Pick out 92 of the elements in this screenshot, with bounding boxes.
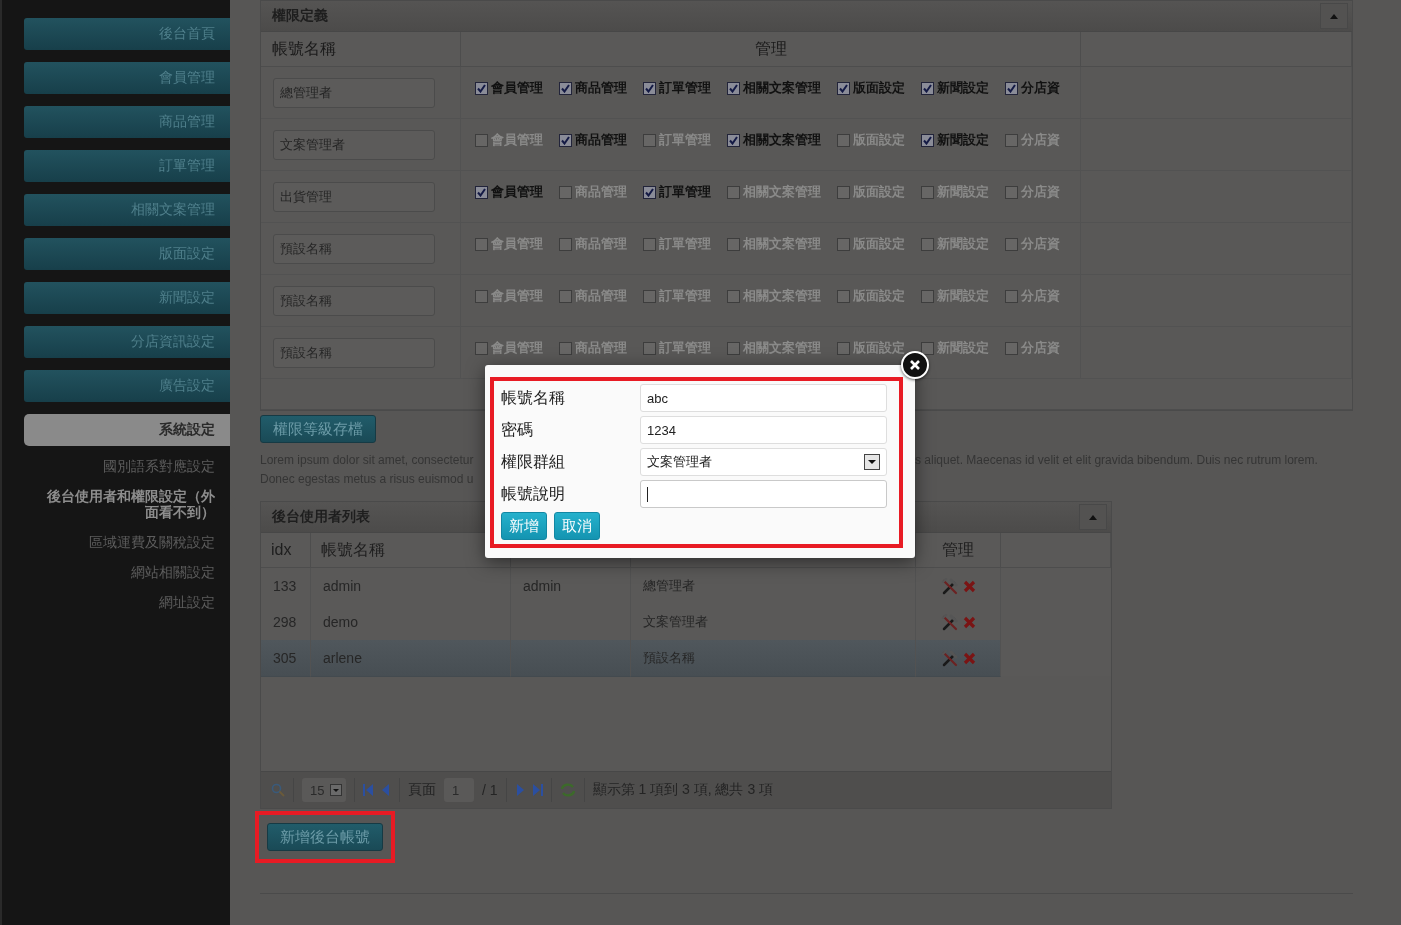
refresh-icon[interactable] (559, 783, 576, 797)
checkbox[interactable] (475, 81, 488, 95)
checkbox[interactable] (837, 341, 850, 355)
checkbox[interactable] (1005, 341, 1018, 355)
dialog-button[interactable]: 新增 (501, 512, 547, 540)
checkbox[interactable] (837, 185, 850, 199)
checkbox-label[interactable]: 會員管理 (491, 79, 543, 97)
checkbox[interactable] (475, 289, 488, 303)
checkbox-label[interactable]: 相關文案管理 (743, 79, 821, 97)
checkbox[interactable] (559, 237, 572, 251)
checkbox[interactable] (1005, 133, 1018, 147)
input-field[interactable]: 1234 (640, 416, 887, 444)
column-header: 管理 (461, 32, 1081, 67)
checkbox[interactable] (727, 133, 740, 147)
delete-icon[interactable] (962, 579, 976, 593)
checkbox[interactable] (837, 133, 850, 147)
checkbox[interactable] (643, 341, 656, 355)
checkbox-label[interactable]: 商品管理 (575, 131, 627, 149)
checkbox[interactable] (559, 81, 572, 95)
checkbox[interactable] (837, 81, 850, 95)
checkbox-label[interactable]: 訂單管理 (659, 183, 711, 201)
previous-page-icon[interactable] (381, 784, 391, 796)
checkbox-label[interactable]: 商品管理 (575, 79, 627, 97)
checkbox[interactable] (475, 237, 488, 251)
checkbox[interactable] (921, 81, 934, 95)
checkbox[interactable] (643, 289, 656, 303)
search-icon[interactable] (271, 783, 285, 797)
field-label: 密碼 (501, 419, 534, 441)
tools-icon[interactable] (940, 613, 958, 631)
checkbox[interactable] (921, 289, 934, 303)
last-page-icon[interactable] (532, 784, 543, 796)
delete-icon[interactable] (962, 615, 976, 629)
column-header: idx (261, 533, 311, 568)
sidebar-submenu-item[interactable]: 網站相關設定 (42, 564, 230, 580)
sidebar-submenu-item[interactable]: 網址設定 (42, 594, 230, 610)
first-page-icon[interactable] (363, 784, 373, 796)
select-field[interactable]: 文案管理者 (640, 448, 887, 476)
checkbox[interactable] (1005, 289, 1018, 303)
checkbox[interactable] (727, 185, 740, 199)
checkbox-label[interactable]: 會員管理 (491, 183, 543, 201)
checkbox-label[interactable]: 分店資 (1021, 79, 1060, 97)
field-label: 帳號說明 (501, 483, 566, 505)
checkbox[interactable] (921, 341, 934, 355)
checkbox[interactable] (1005, 185, 1018, 199)
add-account-button[interactable]: 新增後台帳號 (267, 823, 383, 851)
dialog-button[interactable]: 取消 (554, 512, 600, 540)
collapse-button[interactable] (1079, 504, 1107, 530)
tools-icon[interactable] (940, 577, 958, 595)
save-button[interactable]: 權限等級存檔 (260, 415, 376, 443)
sidebar-nav-button[interactable]: 系統設定 (24, 414, 230, 446)
field-label: 帳號名稱 (501, 387, 566, 409)
checkbox[interactable] (1005, 81, 1018, 95)
checkbox[interactable] (921, 185, 934, 199)
checkbox[interactable] (1005, 237, 1018, 251)
collapse-button[interactable] (1320, 3, 1348, 29)
checkbox-label[interactable]: 版面設定 (853, 79, 905, 97)
checkbox[interactable] (727, 341, 740, 355)
caret-up-icon (1330, 13, 1338, 19)
checkbox[interactable] (559, 341, 572, 355)
checkbox-label[interactable]: 新聞設定 (937, 131, 989, 149)
checkbox[interactable] (643, 237, 656, 251)
checkbox[interactable] (559, 185, 572, 199)
checkbox[interactable] (559, 289, 572, 303)
delete-icon[interactable] (962, 651, 976, 665)
checkbox[interactable] (727, 237, 740, 251)
field-label: 權限群組 (501, 451, 566, 473)
column-header: 帳號名稱 (261, 32, 461, 67)
checkbox[interactable] (921, 133, 934, 147)
checkbox[interactable] (837, 289, 850, 303)
next-page-icon[interactable] (514, 784, 525, 796)
checkbox[interactable] (727, 289, 740, 303)
close-icon (909, 359, 921, 371)
checkbox[interactable] (921, 237, 934, 251)
checkbox-label[interactable]: 新聞設定 (937, 79, 989, 97)
checkbox[interactable] (475, 341, 488, 355)
checkbox[interactable] (559, 133, 572, 147)
checkbox[interactable] (727, 81, 740, 95)
checkbox[interactable] (643, 133, 656, 147)
checkbox[interactable] (475, 133, 488, 147)
column-header: 管理 (916, 533, 1001, 568)
input-field[interactable]: abc (640, 384, 887, 412)
checkbox-label[interactable]: 相關文案管理 (743, 131, 821, 149)
tools-icon[interactable] (940, 649, 958, 667)
checkbox-label[interactable]: 訂單管理 (659, 79, 711, 97)
caret-up-icon (1089, 514, 1097, 520)
checkbox[interactable] (643, 81, 656, 95)
checkbox[interactable] (643, 185, 656, 199)
checkbox[interactable] (475, 185, 488, 199)
checkbox[interactable] (837, 237, 850, 251)
sidebar-submenu-item[interactable]: 國別語系對應設定 (42, 458, 230, 474)
sidebar-submenu-item[interactable]: 區域運費及關稅設定 (42, 534, 230, 550)
input-field[interactable] (640, 480, 887, 508)
